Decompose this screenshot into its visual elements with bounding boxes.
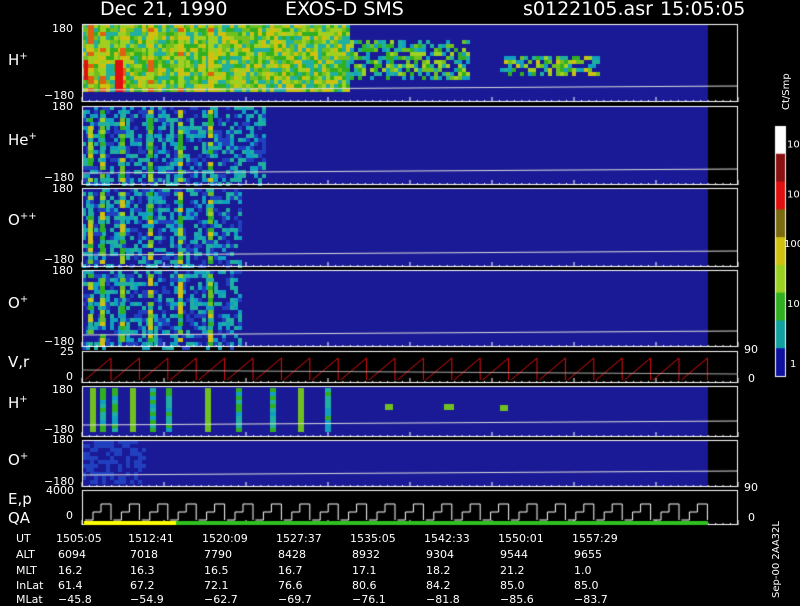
ytick-bot-4: 0 bbox=[66, 370, 73, 383]
panel-label-o-plus: O+ bbox=[8, 294, 29, 312]
ytick-top-0: 180 bbox=[52, 22, 73, 35]
footer-cell: 16.3 bbox=[130, 564, 155, 577]
colorbar-tick-0: 104 bbox=[787, 137, 800, 151]
row-label-mlt: MLT bbox=[16, 564, 37, 577]
footer-cell: 67.2 bbox=[130, 579, 155, 592]
panel-label-ep: E,p bbox=[8, 490, 32, 508]
panel-label-h-plus: H+ bbox=[8, 51, 28, 69]
footer-cell: 16.2 bbox=[58, 564, 83, 577]
header-date: Dec 21, 1990 bbox=[100, 0, 228, 20]
rtick-top-7: 90 bbox=[744, 481, 758, 494]
panel-label-he-plus: He+ bbox=[8, 131, 37, 149]
rtick-bot-4: 0 bbox=[748, 372, 755, 385]
footer-cell: 16.5 bbox=[204, 564, 229, 577]
footer-cell: 9655 bbox=[574, 548, 602, 561]
footer-cell: 9544 bbox=[500, 548, 528, 561]
header-time: 15:05:05 bbox=[660, 0, 746, 20]
footer-cell: 8428 bbox=[278, 548, 306, 561]
footer-cell: 1527:37 bbox=[276, 532, 322, 545]
ytick-top-1: 180 bbox=[52, 100, 73, 113]
ytick-top-3: 180 bbox=[52, 264, 73, 277]
ytick-top-7: 4000 bbox=[46, 484, 74, 497]
header-file: s0122105.asr bbox=[523, 0, 653, 20]
footer-cell: 1505:05 bbox=[56, 532, 102, 545]
panel-label-o-plusplus: O++ bbox=[8, 211, 37, 229]
colorbar-tick-3: 10 bbox=[787, 299, 800, 310]
ytick-top-6: 180 bbox=[52, 433, 73, 446]
footer-cell: 7790 bbox=[204, 548, 232, 561]
footer-cell: 80.6 bbox=[352, 579, 377, 592]
panel-label-h-plus-2: H+ bbox=[8, 394, 28, 412]
qa-label: QA bbox=[8, 509, 31, 527]
footer-cell: 7018 bbox=[130, 548, 158, 561]
footer-cell: 6094 bbox=[58, 548, 86, 561]
panel-label-vr: V,r bbox=[8, 353, 30, 371]
footer-cell: 1512:41 bbox=[128, 532, 174, 545]
ytick-top-4: 25 bbox=[60, 345, 74, 358]
row-label-alt: ALT bbox=[16, 548, 35, 561]
panel-label-o-plus-2: O+ bbox=[8, 451, 29, 469]
side-label: Sep-00 2AA32L bbox=[771, 521, 782, 598]
ytick-top-2: 180 bbox=[52, 182, 73, 195]
plot-canvas bbox=[0, 0, 800, 600]
footer-cell: 21.2 bbox=[500, 564, 525, 577]
row-label-ut: UT bbox=[16, 532, 31, 545]
footer-cell: 61.4 bbox=[58, 579, 83, 592]
footer-cell: 16.7 bbox=[278, 564, 303, 577]
footer-cell: 85.0 bbox=[574, 579, 599, 592]
footer-cell: 1.0 bbox=[574, 564, 592, 577]
footer-cell: 1557:29 bbox=[572, 532, 618, 545]
colorbar-unit: Ct/Smp bbox=[781, 73, 792, 110]
footer-cell: 18.2 bbox=[426, 564, 451, 577]
ytick-bot-7: 0 bbox=[66, 509, 73, 522]
ytick-top-5: 180 bbox=[52, 383, 73, 396]
header-instrument: EXOS-D SMS bbox=[285, 0, 404, 20]
footer-cell: 72.1 bbox=[204, 579, 229, 592]
colorbar-tick-1: 103 bbox=[787, 187, 800, 201]
colorbar-tick-4: 1 bbox=[790, 359, 797, 370]
footer-cell: 1535:05 bbox=[350, 532, 396, 545]
footer-cell: 17.1 bbox=[352, 564, 377, 577]
rtick-top-4: 90 bbox=[744, 343, 758, 356]
footer-cell: 85.0 bbox=[500, 579, 525, 592]
footer-cell: 1520:09 bbox=[202, 532, 248, 545]
footer-cell: 1542:33 bbox=[424, 532, 470, 545]
footer-cell: 76.6 bbox=[278, 579, 303, 592]
rtick-bot-7: 0 bbox=[748, 511, 755, 524]
footer-cell: 9304 bbox=[426, 548, 454, 561]
colorbar-tick-2: 100 bbox=[784, 239, 800, 250]
row-label-inlat: InLat bbox=[16, 579, 44, 592]
footer-cell: 84.2 bbox=[426, 579, 451, 592]
footer-cell: 8932 bbox=[352, 548, 380, 561]
footer-cell: 1550:01 bbox=[498, 532, 544, 545]
